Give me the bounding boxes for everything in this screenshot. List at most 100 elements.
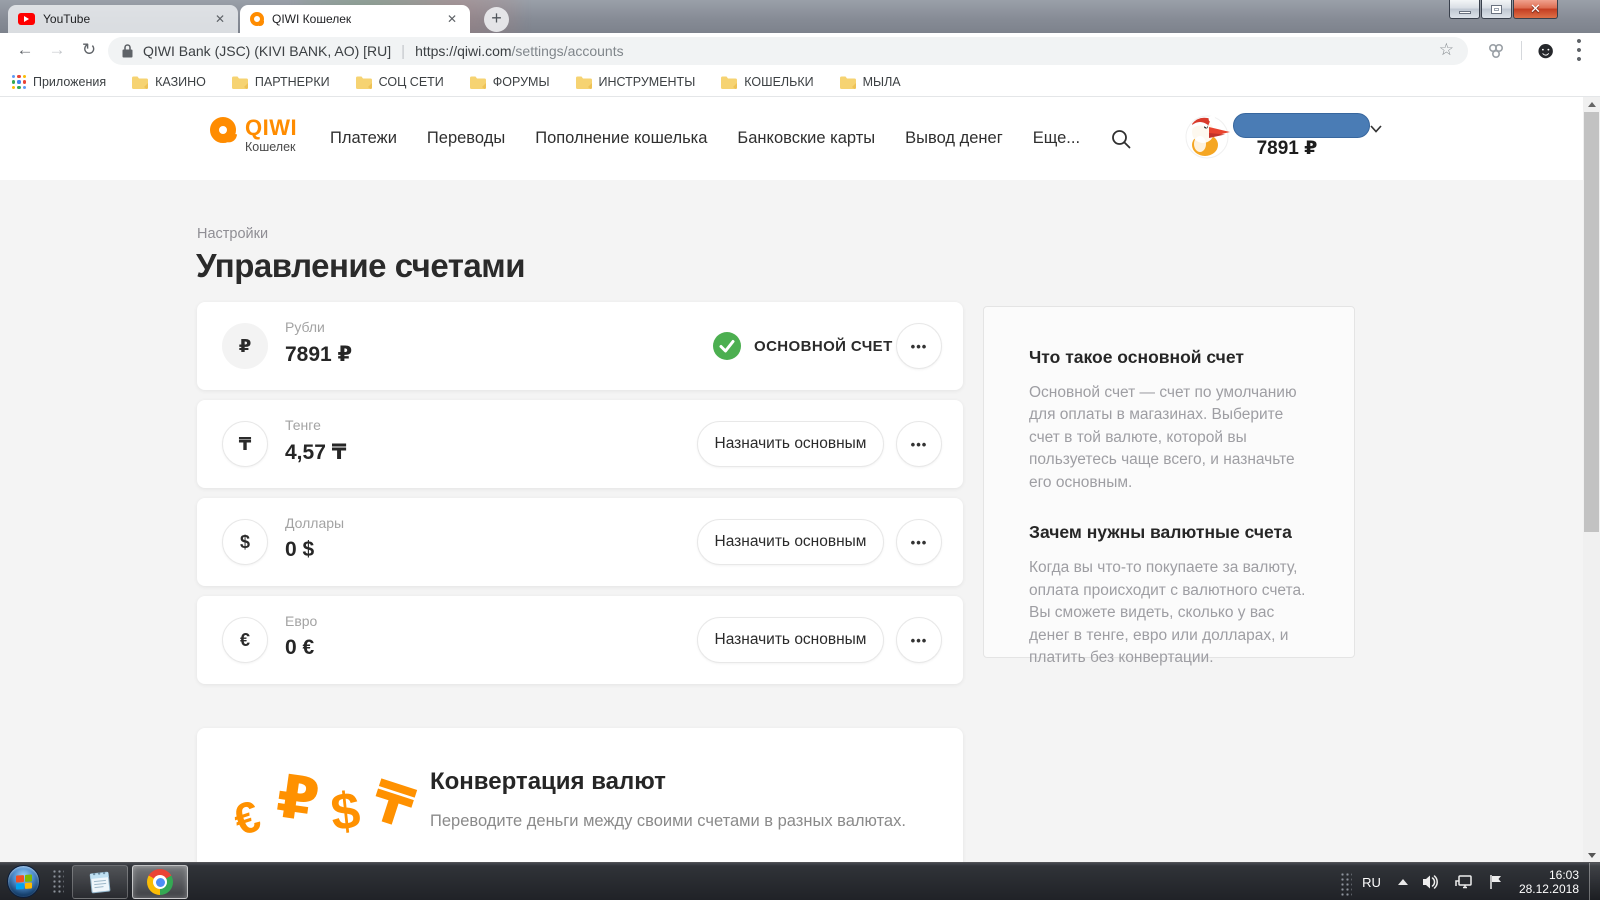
search-button[interactable]	[1110, 128, 1132, 150]
network-icon	[1454, 874, 1474, 890]
bookmark-folder[interactable]: МЫЛА	[840, 75, 901, 89]
folder-icon	[840, 76, 856, 89]
set-primary-button[interactable]: Назначить основным	[697, 617, 884, 663]
qiwi-logo[interactable]: QIWI Кошелек	[210, 116, 297, 154]
currency-symbols-illustration: € ₽ $ ₸	[235, 756, 445, 862]
bookmark-star-icon[interactable]: ☆	[1439, 40, 1454, 60]
page-viewport: QIWI Кошелек Платежи Переводы Пополнение…	[0, 97, 1600, 862]
maximize-button[interactable]	[1481, 0, 1512, 19]
tab-title: QIWI Кошелек	[272, 12, 444, 26]
nav-top-up[interactable]: Пополнение кошелька	[535, 129, 707, 148]
taskbar-clock[interactable]: 16:03 28.12.2018	[1519, 868, 1579, 896]
tab-youtube[interactable]: YouTube ✕	[8, 5, 238, 33]
lock-icon	[122, 44, 133, 58]
triangle-up-icon	[1398, 879, 1408, 885]
close-window-button[interactable]: ✕	[1513, 0, 1558, 19]
bookmark-folder[interactable]: ФОРУМЫ	[470, 75, 550, 89]
bookmark-label: ИНСТРУМЕНТЫ	[599, 75, 696, 89]
tab-title: YouTube	[43, 12, 212, 26]
account-more-button[interactable]: •••	[896, 519, 942, 565]
forward-button[interactable]: →	[44, 37, 70, 63]
dollar-currency-icon: $	[222, 519, 268, 565]
info-heading: Зачем нужны валютные счета	[1029, 522, 1310, 543]
check-circle-icon	[713, 332, 741, 360]
hidden-icons-button[interactable]	[1398, 879, 1408, 885]
action-center-button[interactable]	[1488, 874, 1504, 890]
logo-subtitle: Кошелек	[245, 140, 297, 154]
taskbar-notepad-button[interactable]	[72, 865, 128, 899]
language-indicator[interactable]: RU	[1362, 875, 1381, 890]
nav-withdraw[interactable]: Вывод денег	[905, 129, 1003, 148]
extension-icon[interactable]	[1486, 41, 1506, 61]
bookmark-label: КАЗИНО	[155, 75, 206, 89]
account-name: Рубли	[285, 319, 325, 335]
start-button[interactable]	[7, 865, 40, 898]
info-text: Когда вы что-то покупаете за валюту, опл…	[1029, 557, 1310, 669]
minimize-button[interactable]	[1449, 0, 1480, 19]
account-name: Доллары	[285, 515, 344, 531]
account-more-button[interactable]: •••	[896, 617, 942, 663]
windows-taskbar: RU 16:03 28.12.2018	[0, 862, 1600, 900]
bookmark-folder[interactable]: КАЗИНО	[132, 75, 206, 89]
folder-icon	[470, 76, 486, 89]
set-primary-button[interactable]: Назначить основным	[697, 519, 884, 565]
folder-icon	[232, 76, 248, 89]
address-bar[interactable]: QIWI Bank (JSC) (KIVI BANK, AO) [RU] | h…	[108, 37, 1468, 65]
set-primary-button[interactable]: Назначить основным	[697, 421, 884, 467]
tab-qiwi[interactable]: QIWI Кошелек ✕	[240, 5, 470, 33]
back-button[interactable]: ←	[12, 37, 38, 63]
apps-label: Приложения	[33, 75, 106, 89]
user-menu[interactable]: 7891 ₽	[1165, 107, 1395, 171]
apps-shortcut[interactable]: Приложения	[12, 75, 106, 89]
account-amount: 7891 ₽	[285, 342, 352, 367]
scroll-up-arrow[interactable]	[1583, 97, 1600, 111]
account-name: Тенге	[285, 417, 321, 433]
scrollbar-thumb[interactable]	[1584, 112, 1599, 532]
bookmark-folder[interactable]: ПАРТНЕРКИ	[232, 75, 330, 89]
primary-account-label: ОСНОВНОЙ СЧЕТ	[754, 338, 893, 355]
close-icon: ✕	[1530, 1, 1541, 17]
scroll-down-arrow[interactable]	[1583, 848, 1600, 862]
dollar-symbol: $	[328, 781, 363, 844]
page-scrollbar[interactable]	[1583, 97, 1600, 862]
account-row-rub: ₽ Рубли 7891 ₽ ОСНОВНОЙ СЧЕТ •••	[197, 302, 963, 390]
nav-more[interactable]: Еще...	[1033, 129, 1080, 148]
search-icon	[1110, 128, 1132, 150]
bookmark-folder[interactable]: КОШЕЛЬКИ	[721, 75, 813, 89]
bookmark-label: ФОРУМЫ	[493, 75, 550, 89]
window-controls: ✕	[1448, 0, 1558, 19]
account-amount: 0 €	[285, 636, 314, 660]
euro-currency-icon: €	[222, 617, 268, 663]
account-row-kzt: ₸ Тенге 4,57 ₸ Назначить основным •••	[197, 400, 963, 488]
show-desktop-button[interactable]	[1589, 863, 1600, 900]
network-button[interactable]	[1454, 874, 1474, 890]
logo-title: QIWI	[245, 116, 297, 140]
info-text: Основной счет — счет по умолчанию для оп…	[1029, 382, 1310, 494]
volume-button[interactable]	[1422, 874, 1440, 890]
euro-symbol: €	[228, 791, 267, 846]
bookmark-label: СОЦ СЕТИ	[379, 75, 444, 89]
url-path: /settings/accounts	[512, 43, 624, 59]
close-tab-icon[interactable]: ✕	[212, 11, 228, 27]
new-tab-button[interactable]: +	[484, 7, 509, 32]
ruble-symbol: ₽	[272, 761, 323, 836]
bookmark-folder[interactable]: СОЦ СЕТИ	[356, 75, 444, 89]
taskbar-chrome-button[interactable]	[132, 865, 188, 899]
nav-payments[interactable]: Платежи	[330, 129, 397, 148]
notepad-icon	[87, 869, 113, 895]
account-more-button[interactable]: •••	[896, 421, 942, 467]
page-title: Управление счетами	[196, 247, 525, 285]
nav-bank-cards[interactable]: Банковские карты	[737, 129, 875, 148]
qiwi-logo-icon	[210, 117, 236, 143]
account-more-button[interactable]: •••	[896, 323, 942, 369]
reload-button[interactable]: ↻	[76, 37, 102, 63]
conversion-text: Переводите деньги между своими счетами в…	[430, 812, 906, 831]
browser-menu-button[interactable]: •••	[1570, 37, 1588, 63]
breadcrumb[interactable]: Настройки	[197, 226, 268, 242]
bookmark-folder[interactable]: ИНСТРУМЕНТЫ	[576, 75, 696, 89]
windows-logo-icon	[16, 874, 32, 889]
nav-transfers[interactable]: Переводы	[427, 129, 505, 148]
system-tray: RU 16:03 28.12.2018	[1340, 863, 1600, 900]
browser-profile-avatar[interactable]: ☻	[1533, 38, 1558, 63]
close-tab-icon[interactable]: ✕	[444, 11, 460, 27]
